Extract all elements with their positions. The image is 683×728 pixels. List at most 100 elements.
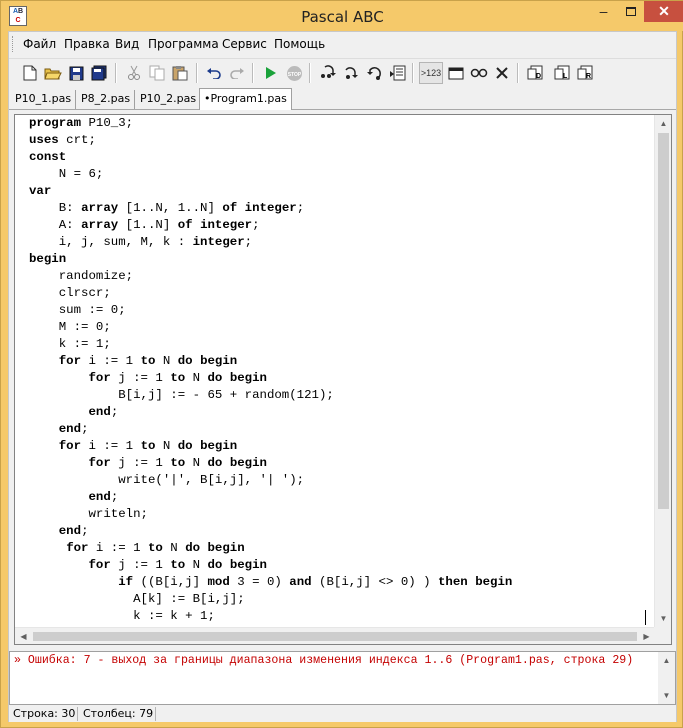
code-line[interactable]: M := 0; <box>29 319 651 336</box>
cut-icon[interactable] <box>123 62 145 84</box>
vertical-scrollbar[interactable]: ▲ ▼ <box>654 115 671 627</box>
title-bar[interactable]: AB C Pascal ABC – ✕ <box>1 1 683 31</box>
toolbar-separator <box>517 63 519 83</box>
code-line[interactable]: for j := 1 to N do begin <box>29 557 651 574</box>
code-line[interactable]: for j := 1 to N do begin <box>29 455 651 472</box>
save-icon[interactable] <box>65 62 87 84</box>
code-line[interactable]: B[i,j] := - 65 + random(121); <box>29 387 651 404</box>
tab-p10-2[interactable]: P10_2.pas <box>136 90 202 109</box>
code-line[interactable]: for j := 1 to N do begin <box>29 370 651 387</box>
toolbar-separator <box>252 63 254 83</box>
status-row: Строка: 30 <box>13 707 76 720</box>
code-line[interactable]: i, j, sum, M, k : integer; <box>29 234 651 251</box>
toolbar-separator <box>115 63 117 83</box>
horizontal-scrollbar[interactable]: ◀ ▶ <box>15 627 655 644</box>
save-all-icon[interactable] <box>88 62 110 84</box>
step-out-icon[interactable] <box>363 62 385 84</box>
status-divider <box>77 707 78 721</box>
output-scroll-down-icon[interactable]: ▼ <box>658 687 675 704</box>
menu-view[interactable]: Вид <box>115 37 139 51</box>
error-message: » Ошибка: 7 - выход за границы диапазона… <box>14 654 634 667</box>
code-line[interactable]: writeln; <box>29 506 651 523</box>
app-window: AB C Pascal ABC – ✕ Файл Правка Вид Прогр… <box>0 0 683 728</box>
code-line[interactable]: end; <box>29 404 651 421</box>
status-divider <box>155 707 156 721</box>
toolbar-separator <box>412 63 414 83</box>
release-icon[interactable]: R <box>574 62 596 84</box>
code-line[interactable]: write('|', B[i,j], '| '); <box>29 472 651 489</box>
scroll-up-icon[interactable]: ▲ <box>655 115 671 132</box>
output-panel[interactable]: » Ошибка: 7 - выход за границы диапазона… <box>9 651 676 705</box>
menu-service[interactable]: Сервис <box>222 37 267 51</box>
minimize-button[interactable]: – <box>590 1 617 22</box>
stop-icon[interactable]: STOP <box>283 62 305 84</box>
code-line[interactable]: program P10_3; <box>29 115 651 132</box>
code-line[interactable]: B: array [1..N, 1..N] of integer; <box>29 200 651 217</box>
code-line[interactable]: for i := 1 to N do begin <box>29 540 651 557</box>
code-line[interactable]: end; <box>29 523 651 540</box>
close-x-icon[interactable] <box>491 62 513 84</box>
run-icon[interactable] <box>260 62 282 84</box>
maximize-icon <box>625 7 636 16</box>
code-line[interactable]: for i := 1 to N do begin <box>29 353 651 370</box>
code-line[interactable]: end; <box>29 489 651 506</box>
close-button[interactable]: ✕ <box>644 1 683 22</box>
code-line[interactable]: sum := 0; <box>29 302 651 319</box>
evaluate-button[interactable]: >123 <box>419 62 443 84</box>
horizontal-scroll-thumb[interactable] <box>33 632 637 641</box>
glasses-icon[interactable] <box>468 62 490 84</box>
menu-help[interactable]: Помощь <box>274 37 325 51</box>
scroll-right-icon[interactable]: ▶ <box>638 628 655 644</box>
code-line[interactable]: if ((B[i,j] mod 3 = 0) and (B[i,j] <> 0)… <box>29 574 651 591</box>
run-to-cursor-icon[interactable] <box>386 62 408 84</box>
paste-icon[interactable] <box>169 62 191 84</box>
toolbar-separator <box>309 63 311 83</box>
code-line[interactable]: uses crt; <box>29 132 651 149</box>
maximize-button[interactable] <box>617 1 644 22</box>
scroll-corner <box>654 627 671 644</box>
open-folder-icon[interactable] <box>42 62 64 84</box>
redo-icon[interactable] <box>226 62 248 84</box>
tab-program1[interactable]: •Program1.pas <box>199 88 292 110</box>
tab-p10-1[interactable]: P10_1.pas <box>11 90 77 109</box>
file-tabs: P10_1.pas P8_2.pas P10_2.pas •Program1.p… <box>9 88 676 110</box>
code-line[interactable]: const <box>29 149 651 166</box>
undo-icon[interactable] <box>203 62 225 84</box>
code-editor[interactable]: program P10_3; uses crt; const N = 6; var B… <box>14 114 672 645</box>
step-over-icon[interactable] <box>340 62 362 84</box>
copy-icon[interactable] <box>146 62 168 84</box>
new-file-icon[interactable] <box>19 62 41 84</box>
menu-grip <box>12 36 15 52</box>
code-line[interactable]: N = 6; <box>29 166 651 183</box>
code-line[interactable]: A[k] := B[i,j]; <box>29 591 651 608</box>
output-scrollbar[interactable]: ▲ ▼ <box>658 652 675 704</box>
code-line[interactable]: for i := 1 to N do begin <box>29 438 651 455</box>
output-scroll-up-icon[interactable]: ▲ <box>658 652 675 669</box>
scroll-down-icon[interactable]: ▼ <box>655 610 671 627</box>
output-window-icon[interactable] <box>445 62 467 84</box>
svg-text:STOP: STOP <box>287 72 301 78</box>
code-line[interactable]: var <box>29 183 651 200</box>
code-line[interactable]: end; <box>29 421 651 438</box>
vertical-scroll-thumb[interactable] <box>658 133 669 509</box>
compile-icon[interactable]: D <box>524 62 546 84</box>
step-into-icon[interactable] <box>317 62 339 84</box>
code-line[interactable]: clrscr; <box>29 285 651 302</box>
code-line[interactable]: randomize; <box>29 268 651 285</box>
code-line[interactable]: k := 1; <box>29 336 651 353</box>
menu-program[interactable]: Программа <box>148 37 219 51</box>
svg-text:D: D <box>536 73 541 80</box>
scroll-left-icon[interactable]: ◀ <box>15 628 32 644</box>
status-column: Столбец: 79 <box>83 707 154 720</box>
code-text[interactable]: program P10_3; uses crt; const N = 6; var B… <box>29 115 651 625</box>
code-line[interactable]: A: array [1..N] of integer; <box>29 217 651 234</box>
svg-text:L: L <box>563 73 568 80</box>
menu-file[interactable]: Файл <box>23 37 56 51</box>
menu-bar: Файл Правка Вид Программа Сервис Помощь <box>9 32 676 56</box>
menu-edit[interactable]: Правка <box>64 37 110 51</box>
tab-p8-2[interactable]: P8_2.pas <box>77 90 136 109</box>
toolbar: STOP >123 D L R <box>9 58 676 86</box>
code-line[interactable]: k := k + 1; <box>29 608 651 625</box>
code-line[interactable]: begin <box>29 251 651 268</box>
debug-icon[interactable]: L <box>551 62 573 84</box>
